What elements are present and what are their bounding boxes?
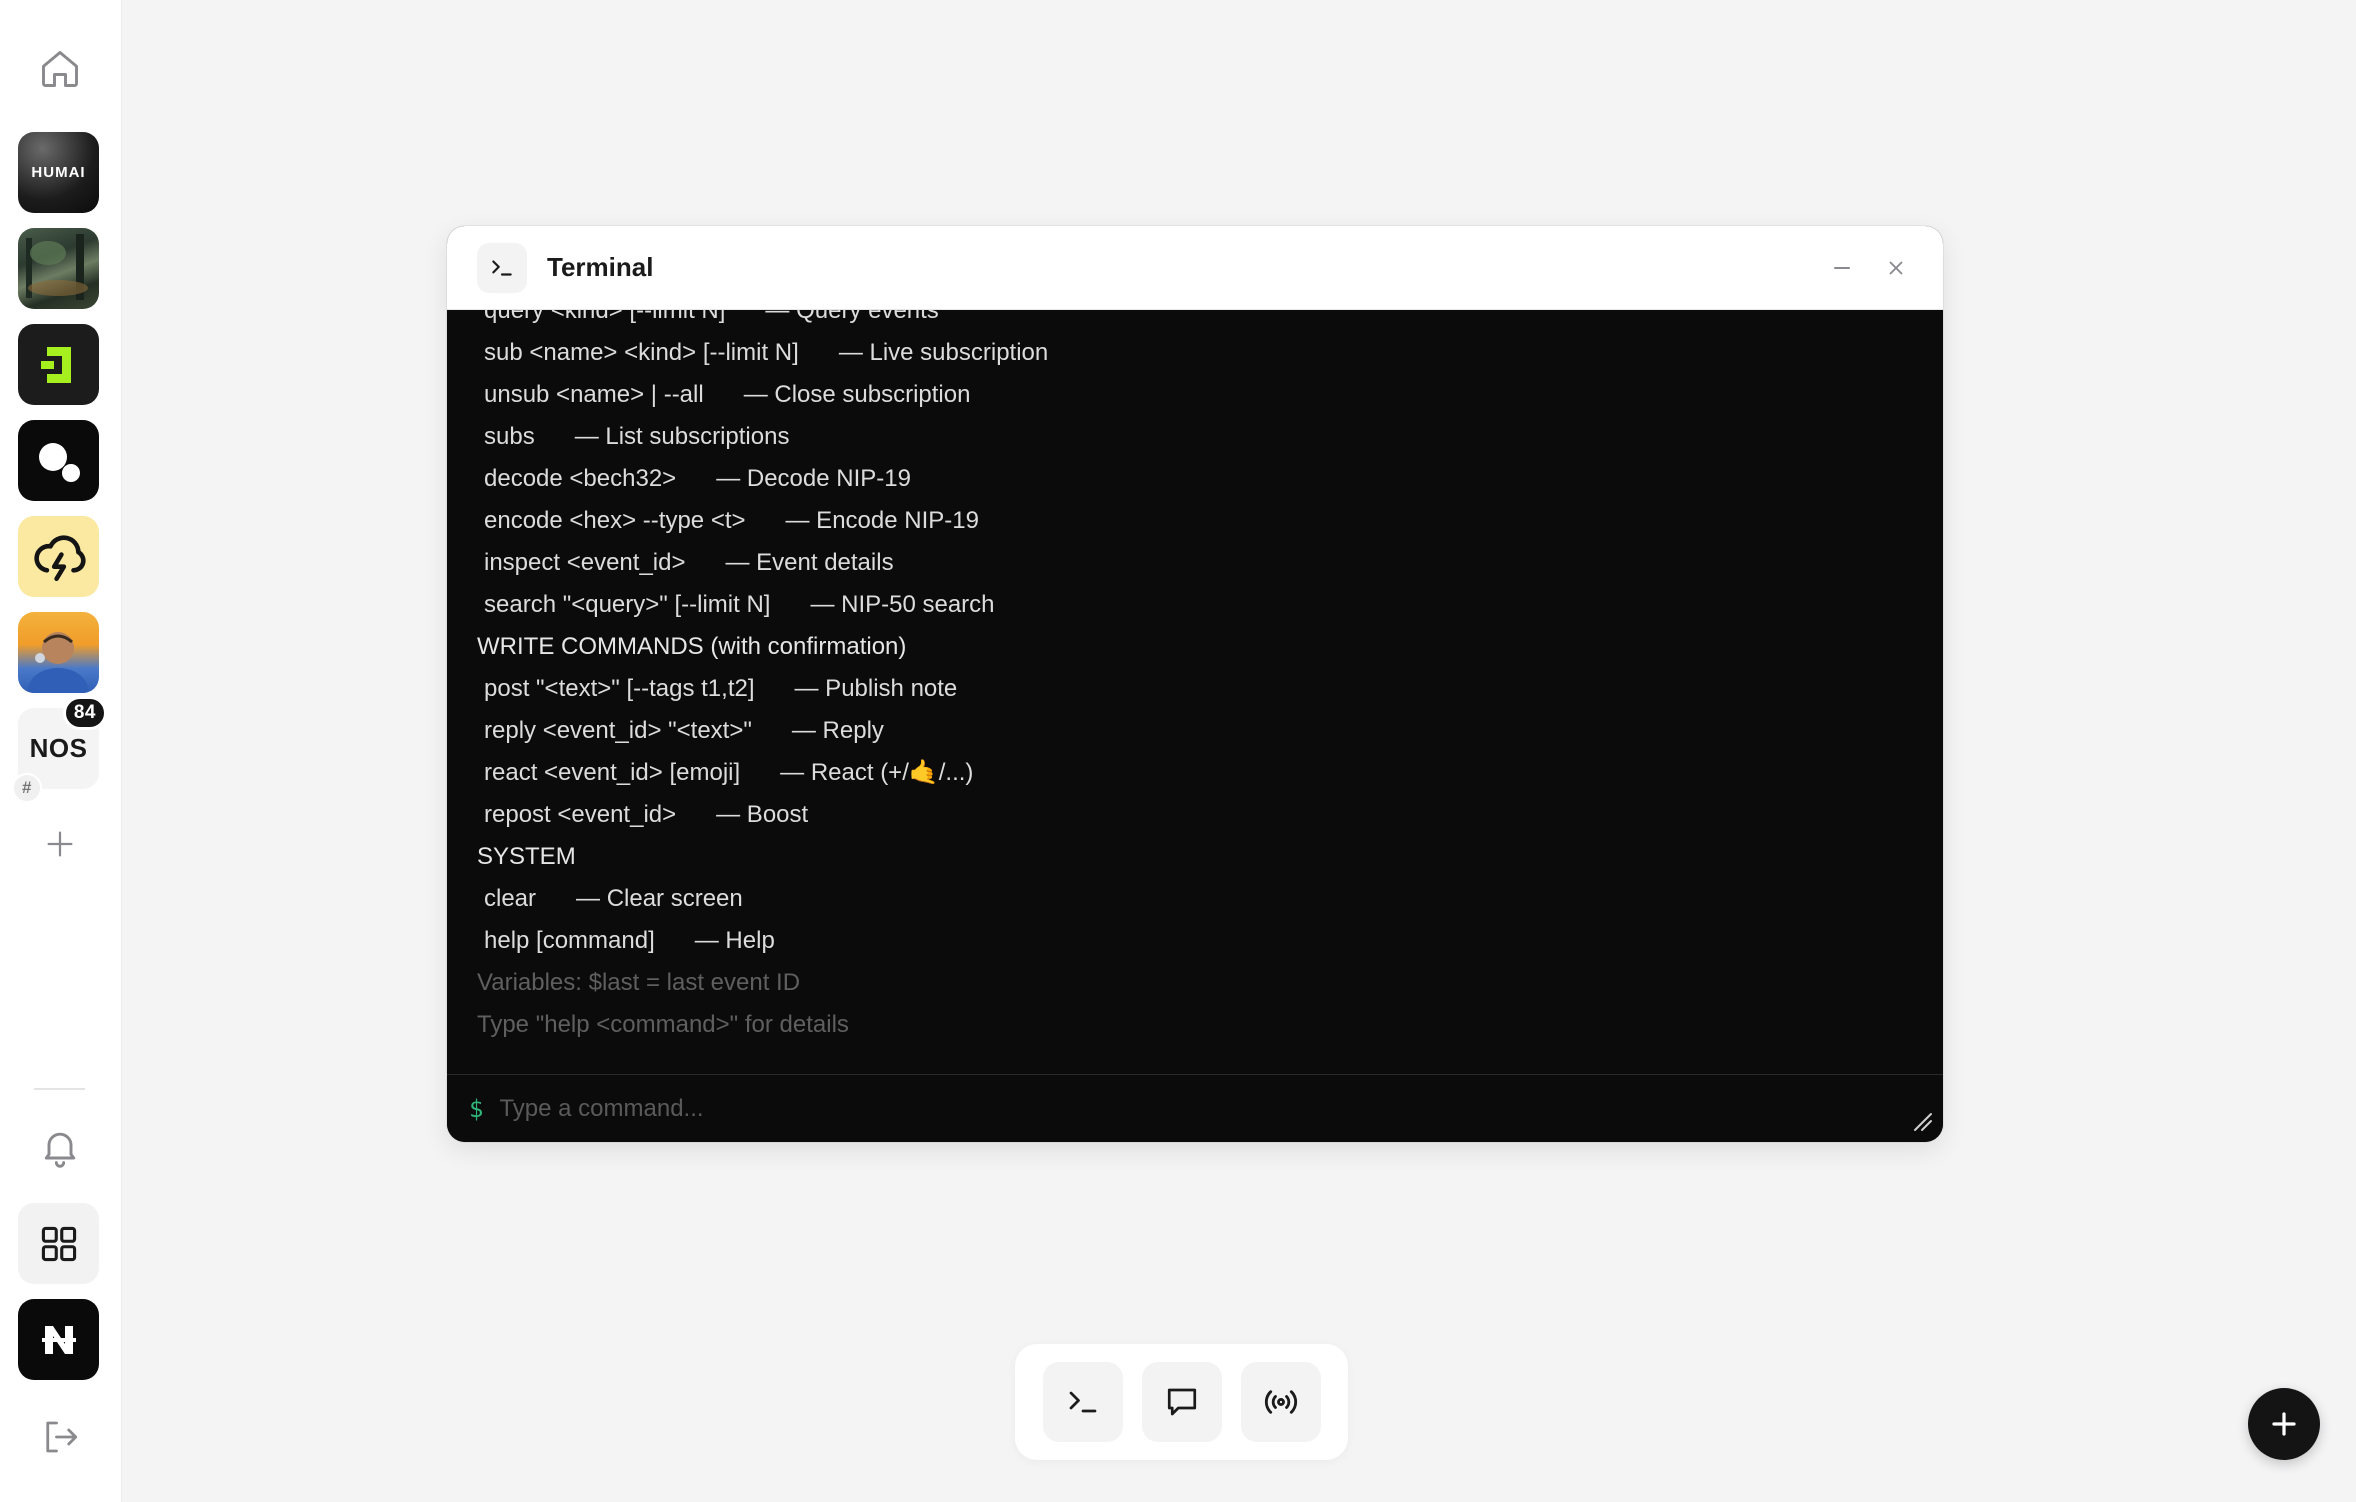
command-syntax: search "<query>" [--limit N] (484, 591, 771, 618)
community-avatar-lightning-cloud[interactable] (18, 516, 99, 597)
command-description: — Decode NIP-19 (716, 465, 911, 492)
lightning-cloud-icon (33, 534, 86, 581)
terminal-titlebar[interactable]: Terminal (447, 226, 1943, 310)
command-description: — Query events (765, 310, 939, 324)
person-image (28, 632, 88, 693)
command-syntax: sub <name> <kind> [--limit N] (484, 339, 799, 366)
chat-icon (1167, 1388, 1196, 1416)
command-description: — Clear screen (576, 885, 743, 912)
bottom-dock (1015, 1344, 1348, 1460)
command-description: — Event details (725, 549, 894, 576)
command-syntax: clear (484, 885, 537, 912)
command-syntax: help [command] (484, 927, 655, 954)
dots-logo-icon (38, 442, 80, 482)
community-avatar-person[interactable] (18, 612, 99, 693)
minimize-icon (1834, 266, 1850, 269)
notifications-button[interactable] (31, 1118, 88, 1175)
prompt-symbol: $ (469, 1094, 484, 1123)
broadcast-icon (1264, 1390, 1297, 1414)
command-syntax: unsub <name> | --all (484, 381, 704, 408)
nos-label: NOS (29, 733, 88, 763)
add-community-button[interactable] (31, 815, 88, 872)
command-syntax: decode <bech32> (484, 465, 677, 492)
chat-dock-button[interactable] (1141, 1362, 1222, 1442)
command-description: — Live subscription (838, 339, 1049, 366)
community-avatar-forest[interactable] (18, 228, 99, 309)
help-hint-line: Variables: $last = last event ID (477, 969, 801, 996)
apps-button[interactable] (18, 1203, 99, 1284)
broadcast-dock-button[interactable] (1240, 1362, 1321, 1442)
command-syntax: react <event_id> [emoji] (484, 759, 741, 786)
community-avatar-dots[interactable] (18, 420, 99, 501)
command-description: — NIP-50 search (810, 591, 995, 618)
notification-count-badge: 84 (62, 696, 107, 730)
hash-badge: # (12, 773, 42, 803)
community-avatar-green-logo[interactable] (18, 324, 99, 405)
command-syntax: encode <hex> --type <t> (484, 507, 746, 534)
n-logo-button[interactable] (18, 1299, 99, 1380)
bell-icon (44, 1132, 75, 1168)
community-nos[interactable]: NOS 84 # (12, 696, 107, 803)
command-description: — Publish note (794, 675, 958, 702)
home-icon (41, 50, 78, 87)
plus-icon (47, 831, 72, 856)
grid-icon (41, 1226, 76, 1261)
resize-handle-icon[interactable] (1911, 1110, 1933, 1132)
sidebar-divider (34, 1088, 85, 1090)
command-description: — React (+/🤙/...) (780, 759, 974, 786)
green-logo-icon (40, 346, 71, 383)
terminal-title: Terminal (547, 252, 654, 282)
terminal-output[interactable]: query <kind> [--limit N] — Query events su… (447, 310, 1943, 1142)
terminal-dock-button[interactable] (1042, 1362, 1123, 1442)
command-input[interactable] (499, 1094, 1860, 1123)
plus-icon (2272, 1412, 2296, 1436)
command-description: — Boost (716, 801, 809, 828)
home-button[interactable] (31, 40, 88, 97)
terminal-input-row: $ (447, 1074, 1943, 1142)
command-syntax: reply <event_id> "<text>" (484, 717, 752, 744)
command-syntax: inspect <event_id> (484, 549, 686, 576)
command-description: — Reply (791, 717, 884, 744)
sidebar: HUMAI NOS 84 # (0, 0, 122, 1502)
command-syntax: query <kind> [--limit N] (484, 310, 726, 324)
n-logo-icon (41, 1325, 76, 1354)
command-syntax: repost <event_id> (484, 801, 677, 828)
help-hint-line: Type "help <command>" for details (477, 1011, 849, 1038)
terminal-icon (1069, 1391, 1096, 1413)
logout-icon (45, 1421, 77, 1452)
command-description: — Encode NIP-19 (785, 507, 979, 534)
compose-fab-button[interactable] (2248, 1388, 2320, 1460)
logout-button[interactable] (31, 1408, 88, 1465)
close-icon (1889, 261, 1903, 274)
command-description: — Close subscription (743, 381, 971, 408)
terminal-icon (492, 259, 512, 276)
command-syntax: subs (484, 423, 535, 450)
terminal-title-icon (477, 242, 527, 293)
community-avatar-humai[interactable]: HUMAI (18, 132, 99, 213)
close-button[interactable] (1871, 243, 1921, 293)
terminal-window: Terminal query <kind> [--limit N] — Query… (447, 226, 1943, 1142)
command-description: — List subscriptions (574, 423, 790, 450)
minimize-button[interactable] (1817, 243, 1867, 293)
command-description: — Help (694, 927, 775, 954)
avatar-label: HUMAI (31, 164, 86, 181)
help-section-heading: WRITE COMMANDS (with confirmation) (477, 633, 907, 660)
forest-image (26, 234, 88, 300)
help-section-heading: SYSTEM (477, 843, 576, 870)
command-syntax: post "<text>" [--tags t1,t2] (484, 675, 755, 702)
